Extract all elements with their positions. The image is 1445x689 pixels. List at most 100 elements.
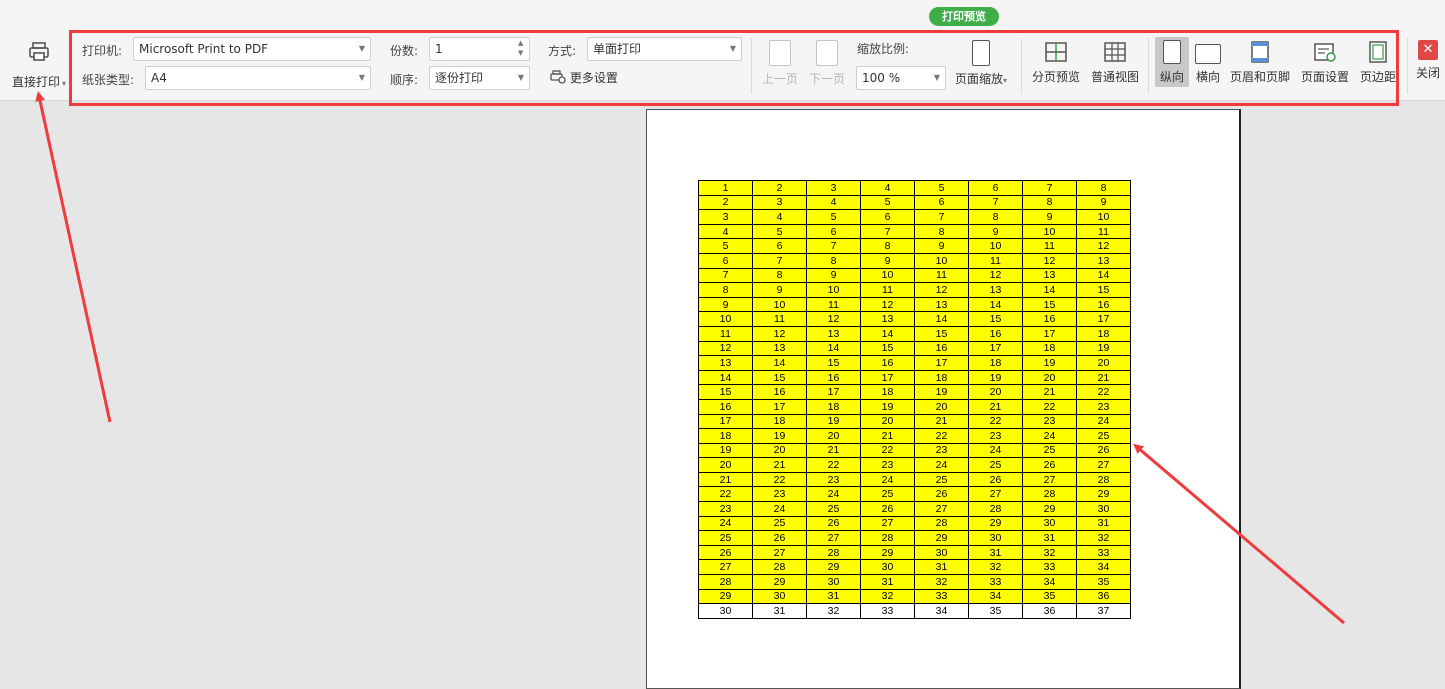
table-cell: 19 <box>806 413 861 430</box>
table-cell: 21 <box>860 428 915 444</box>
table-cell: 14 <box>968 296 1023 313</box>
next-page-icon <box>816 40 838 66</box>
page-break-preview-button[interactable]: 分页预览 <box>1029 40 1083 85</box>
table-cell: 29 <box>698 588 753 605</box>
table-cell: 5 <box>752 223 807 240</box>
normal-view-button[interactable]: 普通视图 <box>1088 40 1142 85</box>
table-cell: 2 <box>752 180 807 196</box>
table-row: 13 14 15 16 17 18 19 20 <box>698 355 1131 371</box>
table-cell: 7 <box>806 238 861 254</box>
more-settings-button[interactable]: 更多设置 <box>550 69 618 86</box>
page-scale-label: 页面缩放 <box>954 72 1003 86</box>
margins-button[interactable]: 页边距 <box>1358 40 1398 85</box>
zoom-select[interactable]: 100 % ▼ <box>856 66 946 90</box>
table-cell: 17 <box>1076 311 1131 327</box>
table-cell: 18 <box>1076 325 1131 342</box>
print-preview-ribbon: 打印预览 直接打印 ▾ 打印机: Microsoft Print to PDF ▼… <box>0 0 1445 101</box>
table-cell: 27 <box>1076 457 1131 473</box>
table-cell: 13 <box>1022 267 1077 284</box>
table-cell: 16 <box>806 369 861 386</box>
table-cell: 13 <box>806 325 861 342</box>
copies-stepper[interactable]: 1 ▲ ▼ <box>429 37 530 61</box>
table-cell: 26 <box>806 515 861 532</box>
direct-print-button[interactable]: 直接打印 ▾ <box>10 40 68 90</box>
table-cell: 25 <box>698 530 753 546</box>
table-cell: 22 <box>914 428 969 444</box>
table-cell: 13 <box>860 311 915 327</box>
table-cell: 17 <box>914 355 969 371</box>
table-cell: 29 <box>806 559 861 576</box>
table-cell: 20 <box>1076 355 1131 371</box>
table-cell: 17 <box>1022 325 1077 342</box>
table-cell: 18 <box>914 369 969 386</box>
table-cell: 6 <box>752 238 807 254</box>
normal-view-label: 普通视图 <box>1090 70 1139 84</box>
copies-label: 份数: <box>390 44 419 58</box>
table-cell: 11 <box>914 267 969 284</box>
table-cell: 4 <box>806 194 861 211</box>
table-cell: 14 <box>752 355 807 371</box>
table-row: 12 13 14 15 16 17 18 19 <box>698 340 1131 357</box>
chevron-down-icon: ▼ <box>729 44 736 53</box>
table-cell: 8 <box>698 282 753 298</box>
table-cell: 31 <box>860 574 915 590</box>
table-cell: 26 <box>968 471 1023 488</box>
table-cell: 31 <box>806 588 861 605</box>
table-row: 22 23 24 25 26 27 28 29 <box>698 486 1131 503</box>
table-cell: 2 <box>698 194 753 211</box>
spinner-arrows-icon[interactable]: ▲ ▼ <box>518 38 526 58</box>
table-cell: 19 <box>752 428 807 444</box>
table-cell: 25 <box>860 486 915 503</box>
table-cell: 10 <box>1076 209 1131 225</box>
prev-page-button[interactable]: 上一页 <box>760 40 800 87</box>
printer-settings-icon <box>550 70 566 84</box>
table-cell: 21 <box>1022 384 1077 400</box>
table-cell: 30 <box>1022 515 1077 532</box>
table-cell: 33 <box>1022 559 1077 576</box>
table-cell: 37 <box>1076 603 1131 619</box>
table-cell: 4 <box>860 180 915 196</box>
table-cell: 15 <box>968 311 1023 327</box>
table-cell: 30 <box>968 530 1023 546</box>
table-row: 6 7 8 9 10 11 12 13 <box>698 252 1131 269</box>
duplex-mode-select[interactable]: 单面打印 ▼ <box>587 37 742 61</box>
more-settings-label: 更多设置 <box>569 71 618 85</box>
table-cell: 26 <box>860 501 915 517</box>
next-page-button[interactable]: 下一页 <box>807 40 847 87</box>
table-cell: 25 <box>968 457 1023 473</box>
page-scale-button[interactable]: 页面缩放▾ <box>952 40 1010 87</box>
chevron-down-icon: ▼ <box>933 73 940 82</box>
table-cell: 12 <box>698 340 753 357</box>
table-cell: 22 <box>806 457 861 473</box>
table-cell: 7 <box>698 267 753 284</box>
table-cell: 8 <box>914 223 969 240</box>
table-cell: 24 <box>698 515 753 532</box>
copies-value: 1 <box>435 42 443 56</box>
table-cell: 8 <box>1076 180 1131 196</box>
table-cell: 24 <box>806 486 861 503</box>
order-select[interactable]: 逐份打印 ▼ <box>429 66 530 90</box>
table-cell: 33 <box>914 588 969 605</box>
table-cell: 28 <box>806 544 861 561</box>
table-cell: 31 <box>914 559 969 576</box>
table-cell: 27 <box>1022 471 1077 488</box>
page-setup-button[interactable]: 页面设置 <box>1298 40 1352 85</box>
table-cell: 11 <box>1076 223 1131 240</box>
printer-icon <box>29 42 49 61</box>
table-row: 21 22 23 24 25 26 27 28 <box>698 471 1131 488</box>
table-cell: 17 <box>698 413 753 430</box>
landscape-button[interactable]: 横向 <box>1193 40 1223 85</box>
printer-select[interactable]: Microsoft Print to PDF ▼ <box>133 37 371 61</box>
table-cell: 14 <box>698 369 753 386</box>
close-preview-button[interactable]: ✕ 关闭 <box>1413 40 1443 81</box>
table-cell: 8 <box>968 209 1023 225</box>
paper-type-select[interactable]: A4 ▼ <box>145 66 371 90</box>
table-cell: 15 <box>698 384 753 400</box>
table-cell: 10 <box>752 296 807 313</box>
close-label: 关闭 <box>1415 66 1440 80</box>
table-cell: 33 <box>860 603 915 619</box>
portrait-button[interactable]: 纵向 <box>1155 37 1189 87</box>
header-footer-button[interactable]: 页眉和页脚 <box>1228 40 1292 85</box>
table-cell: 9 <box>968 223 1023 240</box>
table-cell: 15 <box>860 340 915 357</box>
